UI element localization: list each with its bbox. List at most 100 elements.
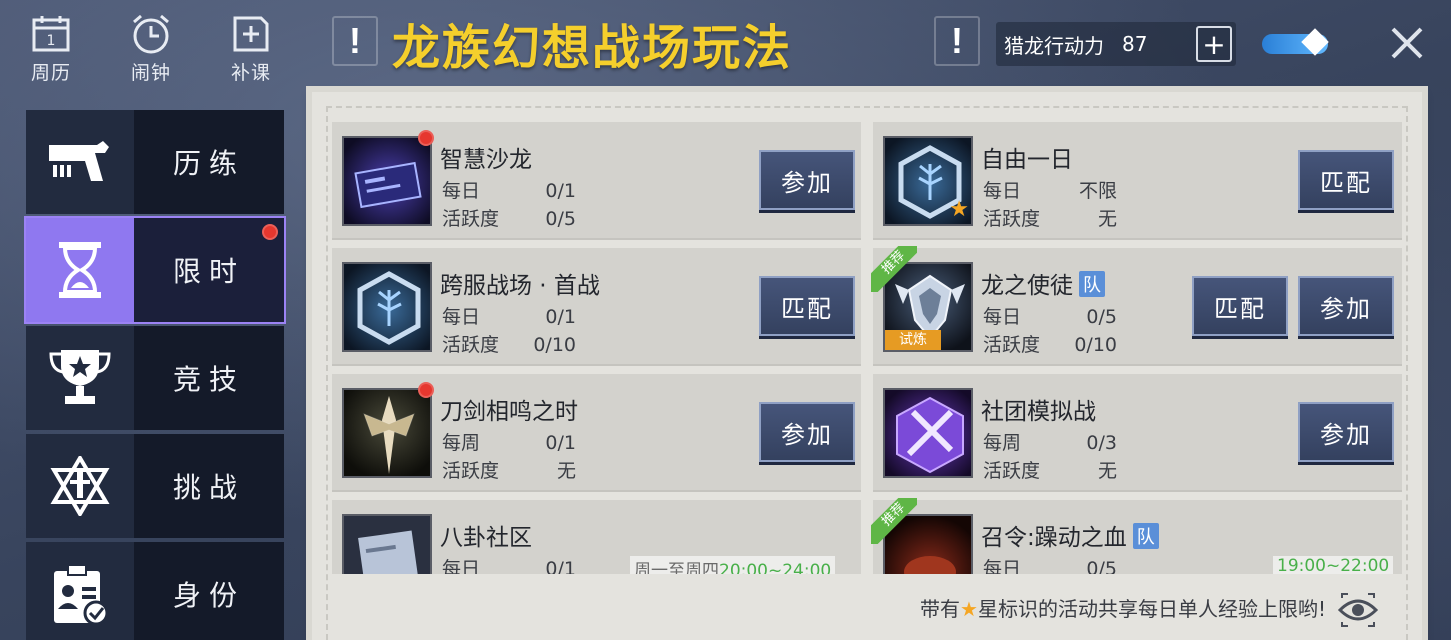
activity-card-club-simulation: 社团模拟战 每周 0/3 活跃度 无 参加 bbox=[873, 374, 1402, 492]
period-label: 每日 bbox=[442, 180, 481, 202]
footer-note: 带有★星标识的活动共享每日单人经验上限哟! bbox=[920, 593, 1326, 622]
activity-card-wisdom-salon: 智慧沙龙 每日 0/1 活跃度 0/5 参加 bbox=[332, 122, 861, 240]
footer-note-after: 星标识的活动共享每日单人经验上限哟! bbox=[977, 597, 1326, 621]
time-window: 19:00~22:00 bbox=[1273, 556, 1394, 574]
period-label: 每日 bbox=[442, 558, 481, 574]
alarm-button[interactable]: 闹钟 bbox=[118, 12, 184, 85]
match-button[interactable]: 匹配 bbox=[759, 276, 855, 336]
stamina-bar: 猎龙行动力 87 + bbox=[996, 22, 1236, 66]
count-value: 0/1 bbox=[545, 558, 576, 574]
count-value: 0/1 bbox=[545, 432, 576, 454]
time-window-hours: 19:00~22:00 bbox=[1277, 556, 1390, 574]
sword-star-icon bbox=[26, 434, 134, 538]
close-icon[interactable] bbox=[1386, 22, 1428, 64]
toggle-switch[interactable] bbox=[1262, 28, 1329, 56]
activity-card-sword-resonance: 刀剑相鸣之时 每周 0/1 活跃度 无 参加 bbox=[332, 374, 861, 492]
match-button[interactable]: 匹配 bbox=[1298, 150, 1394, 210]
id-clipboard-icon bbox=[26, 542, 134, 640]
count-value: 不限 bbox=[1078, 180, 1117, 202]
svg-text:1: 1 bbox=[47, 33, 56, 49]
activity-name: 龙之使徒队 bbox=[981, 266, 1105, 300]
join-button[interactable]: 参加 bbox=[1298, 276, 1394, 336]
calendar-label: 周历 bbox=[30, 62, 71, 84]
match-button[interactable]: 匹配 bbox=[1192, 276, 1288, 336]
period-label: 每日 bbox=[983, 180, 1022, 202]
star-icon: ★ bbox=[960, 597, 978, 621]
nav-label-challenge: 挑战 bbox=[172, 471, 245, 504]
footer-note-before: 带有 bbox=[920, 597, 961, 621]
period-label: 每周 bbox=[983, 432, 1022, 454]
period-label: 每日 bbox=[442, 306, 481, 328]
gossip-card-icon bbox=[342, 514, 432, 574]
recommend-label: 推荐 bbox=[871, 498, 917, 544]
nav-label-training: 历练 bbox=[172, 147, 245, 180]
nav-item-challenge[interactable]: 挑战 bbox=[26, 434, 284, 538]
activity-card-summon-blood: 推荐 召令:躁动之血队 每日 0/5 19:00~22:00 bbox=[871, 498, 1402, 574]
trial-tag: 试炼 bbox=[885, 330, 941, 350]
gun-icon bbox=[26, 110, 134, 214]
activity-name: 智慧沙龙 bbox=[440, 147, 532, 173]
activity-name-text: 召令:躁动之血 bbox=[981, 525, 1127, 551]
trophy-icon bbox=[26, 326, 134, 430]
notification-dot bbox=[418, 130, 434, 146]
join-button[interactable]: 参加 bbox=[1298, 402, 1394, 462]
activity-card-free-day: ★ 自由一日 每日 不限 活跃度 无 匹配 bbox=[873, 122, 1402, 240]
eye-icon[interactable] bbox=[1337, 592, 1379, 628]
calendar-button[interactable]: 1 周历 bbox=[18, 12, 84, 85]
stamina-label: 猎龙行动力 bbox=[1004, 33, 1104, 58]
alarm-clock-icon bbox=[129, 12, 173, 56]
count-value: 0/5 bbox=[1086, 306, 1117, 328]
cross-server-card-icon bbox=[342, 262, 432, 352]
time-window-days: 周一至周四 bbox=[634, 561, 719, 574]
count-value: 0/1 bbox=[545, 180, 576, 202]
makeup-label: 补课 bbox=[230, 62, 271, 84]
activity-name: 跨服战场 · 首战 bbox=[440, 273, 600, 299]
activity-label: 活跃度 bbox=[983, 208, 1041, 230]
time-window: 周一至周四20:00~24:00 bbox=[630, 556, 836, 574]
activity-name: 自由一日 bbox=[981, 147, 1073, 173]
activity-label: 活跃度 bbox=[983, 334, 1041, 356]
activity-card-dragon-apostle: 试炼 推荐 龙之使徒队 每日 0/5 活跃度 0/10 匹配 参加 bbox=[871, 246, 1402, 366]
free-day-card-icon: ★ bbox=[883, 136, 973, 226]
sword-card-icon bbox=[342, 388, 432, 478]
page-title: 龙族幻想战场玩法 bbox=[392, 20, 793, 76]
recommend-ribbon: 推荐 bbox=[871, 246, 917, 292]
nav-label-arena: 竞技 bbox=[172, 363, 245, 396]
count-value: 0/3 bbox=[1086, 432, 1117, 454]
activity-label: 活跃度 bbox=[442, 208, 500, 230]
add-stamina-button[interactable]: + bbox=[1196, 26, 1232, 62]
star-icon: ★ bbox=[949, 197, 969, 222]
activity-value: 无 bbox=[556, 460, 576, 482]
nav-item-identity[interactable]: 身份 bbox=[26, 542, 284, 640]
makeup-button[interactable]: 补课 bbox=[218, 12, 284, 85]
info-icon[interactable]: ! bbox=[332, 16, 378, 66]
notification-dot bbox=[418, 382, 434, 398]
activity-value: 0/5 bbox=[545, 208, 576, 230]
activity-card-cross-server: 跨服战场 · 首战 每日 0/1 活跃度 0/10 匹配 bbox=[332, 248, 861, 366]
nav-item-arena[interactable]: 竞技 bbox=[26, 326, 284, 430]
alarm-label: 闹钟 bbox=[130, 62, 171, 84]
join-button[interactable]: 参加 bbox=[759, 150, 855, 210]
makeup-lesson-icon bbox=[229, 12, 273, 56]
period-label: 每日 bbox=[983, 306, 1022, 328]
notice-icon[interactable]: ! bbox=[934, 16, 980, 66]
activity-name: 社团模拟战 bbox=[981, 399, 1096, 425]
activity-value: 0/10 bbox=[533, 334, 576, 356]
activity-label: 活跃度 bbox=[442, 460, 500, 482]
recommend-label: 推荐 bbox=[871, 246, 917, 292]
stamina-value: 87 bbox=[1122, 32, 1148, 56]
nav-item-limited[interactable]: 限时 bbox=[24, 216, 286, 324]
activity-name-text: 龙之使徒 bbox=[981, 273, 1073, 299]
salon-card-icon bbox=[342, 136, 432, 226]
join-button[interactable]: 参加 bbox=[759, 402, 855, 462]
activity-value: 无 bbox=[1097, 208, 1117, 230]
team-tag: 队 bbox=[1132, 523, 1159, 549]
calendar-icon: 1 bbox=[29, 12, 73, 56]
nav-item-training[interactable]: 历练 bbox=[26, 110, 284, 214]
category-nav: 历练 限时 竞技 挑战 身份 bbox=[24, 110, 286, 640]
activity-grid: 智慧沙龙 每日 0/1 活跃度 0/5 参加 ★ 自由一日 每日 不限 活跃度无 匹配… bbox=[332, 122, 1402, 574]
count-value: 0/5 bbox=[1086, 558, 1117, 574]
activity-label: 活跃度 bbox=[983, 460, 1041, 482]
recommend-ribbon: 推荐 bbox=[871, 498, 917, 544]
activity-name: 八卦社区 bbox=[440, 525, 532, 551]
